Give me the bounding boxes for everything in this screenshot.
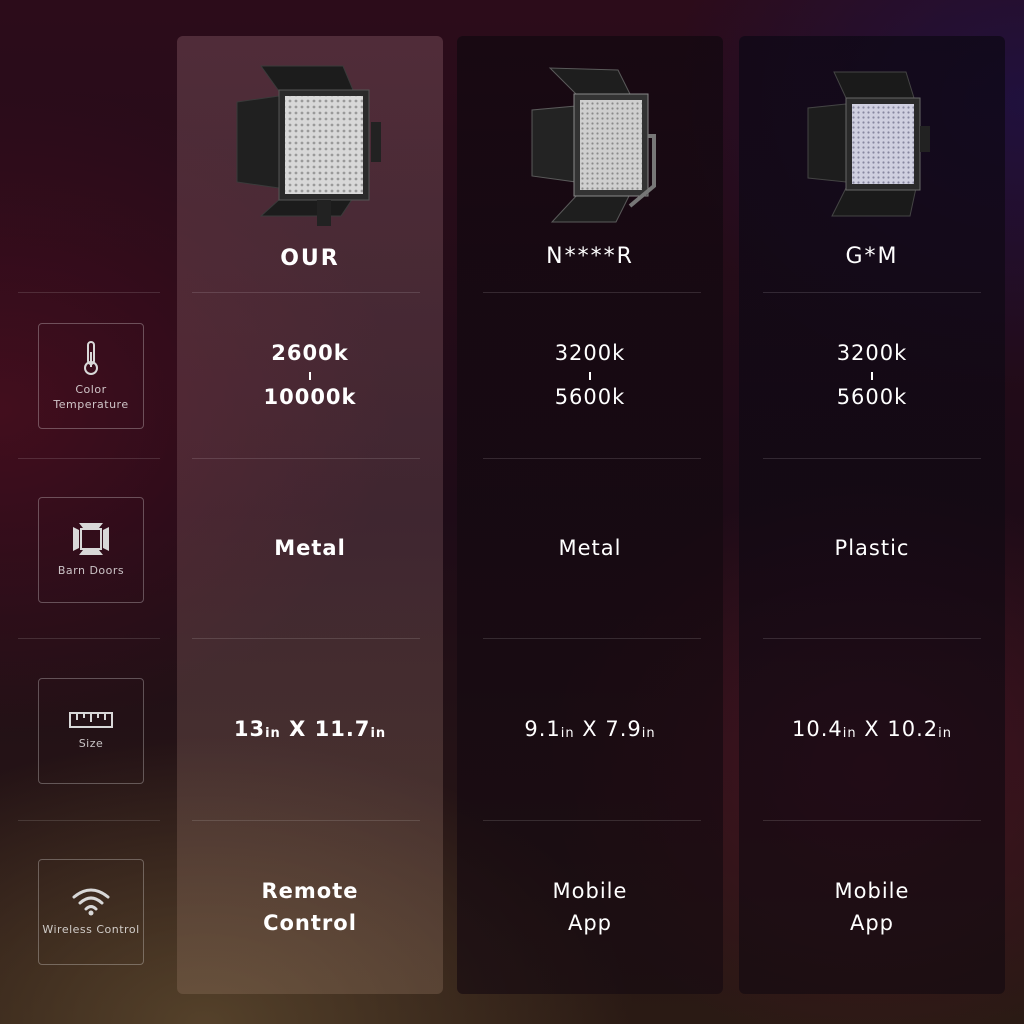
feature-label: Wireless Control xyxy=(42,923,140,937)
cell-barn-doors-ours: Metal xyxy=(274,535,346,560)
barn-doors-icon xyxy=(73,523,109,556)
row-divider xyxy=(18,458,160,459)
cell-size-competitor-g: 10.4in X 10.2in xyxy=(791,716,952,741)
cell-size-ours: 13in X 11.7in xyxy=(233,716,387,741)
row-divider xyxy=(18,292,160,293)
feature-color-temperature: Color Temperature xyxy=(38,323,144,429)
cell-color-temp-competitor-n: 3200k 5600k xyxy=(554,341,626,409)
feature-size: Size xyxy=(38,678,144,784)
cell-barn-doors-competitor-n: Metal xyxy=(558,535,622,560)
feature-label: Color Temperature xyxy=(53,382,129,411)
cell-color-temp-competitor-g: 3200k 5600k xyxy=(836,341,908,409)
row-divider xyxy=(18,638,160,639)
led-panel-image-competitor-n xyxy=(531,67,656,223)
row-divider xyxy=(18,820,160,821)
led-panel-image-competitor-g xyxy=(807,71,930,217)
wifi-icon xyxy=(72,888,110,916)
led-panel-image-ours xyxy=(236,65,381,226)
ruler-icon xyxy=(69,712,113,729)
product-name-ours: OUR xyxy=(280,246,340,271)
thermometer-icon xyxy=(84,340,98,375)
cell-wireless-ours: Remote Control xyxy=(261,879,359,935)
product-name-competitor-n: N****R xyxy=(546,244,634,269)
cell-wireless-competitor-n: Mobile App xyxy=(552,879,628,935)
cell-color-temp-ours: 2600k 10000k xyxy=(263,341,357,409)
feature-label: Barn Doors xyxy=(57,564,125,578)
product-name-competitor-g: G*M xyxy=(845,244,899,269)
cell-size-competitor-n: 9.1in X 7.9in xyxy=(524,716,656,741)
feature-label: Size xyxy=(78,737,104,751)
feature-wireless-control: Wireless Control xyxy=(38,859,144,965)
cell-wireless-competitor-g: Mobile App xyxy=(834,879,910,935)
feature-barn-doors: Barn Doors xyxy=(38,497,144,603)
cell-barn-doors-competitor-g: Plastic xyxy=(834,535,910,560)
